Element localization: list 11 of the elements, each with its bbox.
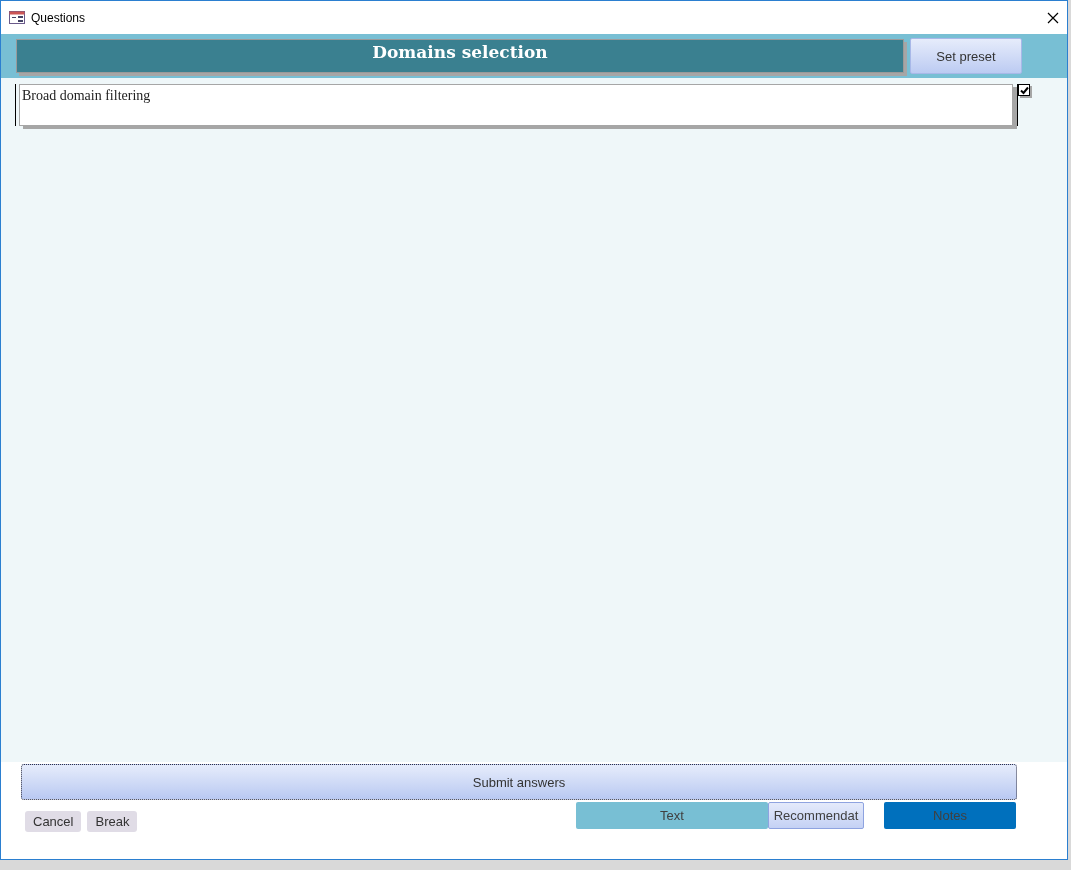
view-tab[interactable]: Text bbox=[576, 802, 768, 829]
view-tab[interactable]: Recommendat bbox=[768, 802, 864, 829]
window-title: Questions bbox=[31, 10, 86, 25]
set-preset-button[interactable]: Set preset bbox=[910, 38, 1022, 74]
cancel-button[interactable]: Cancel bbox=[25, 811, 82, 832]
form-icon bbox=[9, 11, 25, 24]
checkbox[interactable] bbox=[1018, 84, 1030, 96]
close-icon[interactable] bbox=[1047, 11, 1059, 24]
break-button[interactable]: Break bbox=[87, 811, 138, 832]
submit-answers-button[interactable]: Submit answers bbox=[21, 764, 1017, 800]
form-header: Domains selection bbox=[16, 39, 904, 73]
